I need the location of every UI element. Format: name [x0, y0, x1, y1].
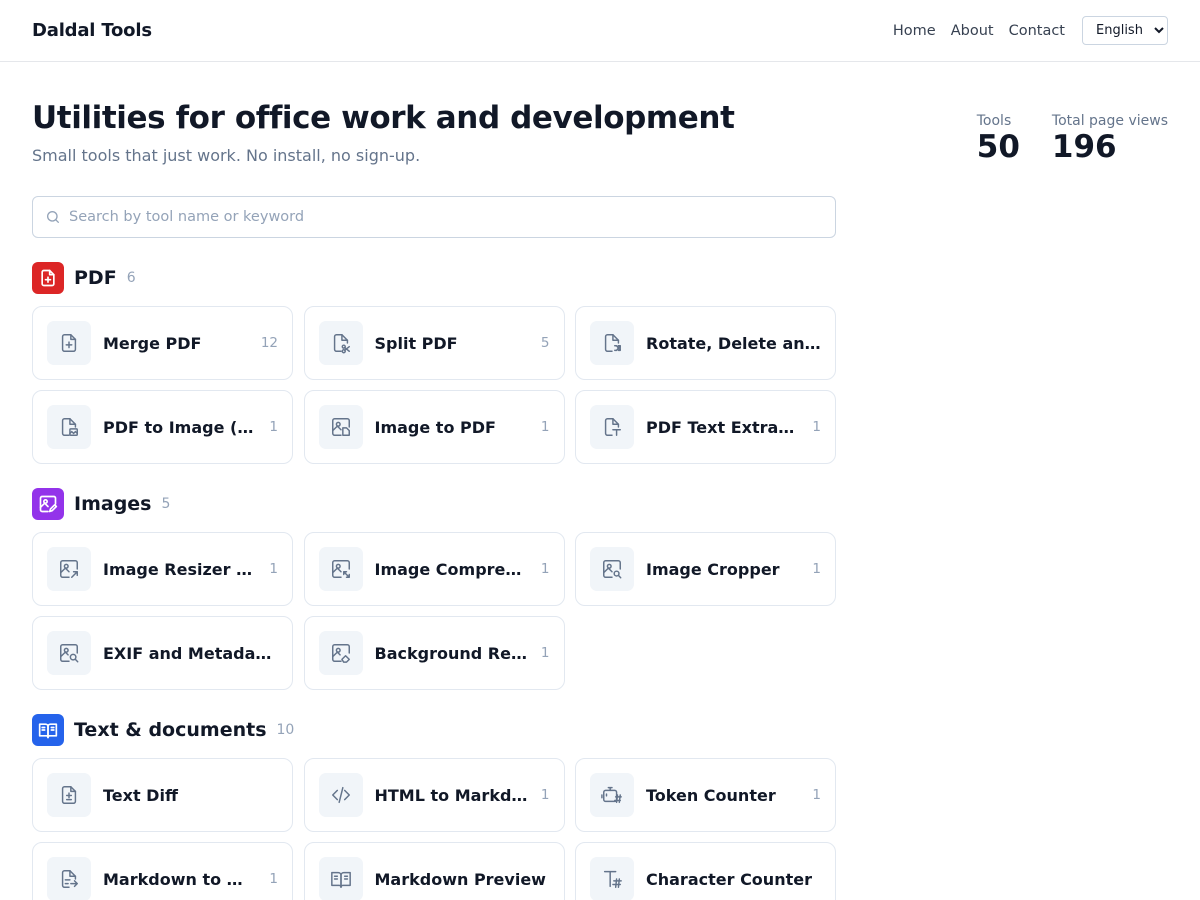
image-edit-icon — [32, 488, 64, 520]
category-title: Images — [74, 493, 152, 515]
image-eraser-icon — [318, 631, 363, 675]
tool-name: Character Counter — [646, 869, 812, 889]
top-bar: Daldal Tools Home About Contact English — [0, 0, 1200, 62]
tool-count: 1 — [269, 419, 278, 435]
tool-name: PDF to Image (PN… — [103, 417, 257, 437]
tool-count: 12 — [260, 335, 278, 351]
file-shuffle-icon — [590, 321, 634, 365]
tool-card[interactable]: Rotate, Delete and R… — [575, 306, 836, 380]
brand-logo[interactable]: Daldal Tools — [32, 20, 152, 41]
stat-value: 196 — [1051, 129, 1117, 165]
category-title: PDF — [74, 267, 117, 289]
tool-grid: Image Resizer an… 1 Image Compressor 1 Image… — [32, 532, 836, 690]
tool-name: PDF Text Extractor — [646, 417, 801, 437]
file-text-icon — [590, 405, 634, 449]
search-icon — [47, 211, 59, 223]
page-subtitle: Small tools that just work. No install, … — [32, 146, 421, 165]
file-plus-icon — [32, 262, 64, 294]
category-header: Text & documents 10 — [32, 714, 294, 746]
site-stats: Tools 50 Total page views 196 — [977, 113, 1168, 164]
category-title: Text & documents — [74, 719, 267, 741]
tool-count: 1 — [540, 787, 550, 803]
nav-about-link[interactable]: About — [951, 23, 994, 39]
tool-name: EXIF and Metadata R… — [103, 643, 278, 663]
book-open-icon — [32, 714, 64, 746]
search-box[interactable] — [32, 196, 836, 238]
tool-card[interactable]: Background Rem… 1 — [303, 616, 565, 690]
tool-card[interactable]: PDF to Image (PN… 1 — [32, 390, 293, 464]
tool-name: Merge PDF — [103, 333, 202, 353]
search-input[interactable] — [69, 209, 835, 225]
book-open-icon — [318, 857, 363, 900]
tool-name: Text Diff — [103, 785, 178, 805]
tool-name: Image Cropper — [646, 559, 780, 579]
category-header: Images 5 — [32, 488, 170, 520]
tool-name: Background Rem… — [374, 643, 529, 663]
stat-value: 50 — [976, 129, 1020, 165]
tool-card[interactable]: Image Resizer an… 1 — [32, 532, 293, 606]
main-nav: Home About Contact English — [893, 16, 1168, 45]
tool-card[interactable]: Character Counter — [575, 842, 836, 900]
tool-count: 1 — [812, 561, 821, 577]
image-search-icon — [47, 631, 91, 675]
category-count: 10 — [276, 722, 295, 738]
stat-label: Total page views — [1051, 113, 1168, 129]
tool-card[interactable]: Token Counter 1 — [575, 758, 836, 832]
tool-card[interactable]: Split PDF 5 — [303, 306, 565, 380]
code-icon — [318, 773, 363, 817]
category-header: PDF 6 — [32, 262, 136, 294]
tool-grid: Merge PDF 12 Split PDF 5 Rotate, Delete and … — [32, 306, 836, 464]
tool-card[interactable]: Image to PDF 1 — [303, 390, 565, 464]
tool-count: 5 — [540, 335, 550, 351]
image-file-icon — [318, 405, 363, 449]
tool-count: 1 — [269, 561, 278, 577]
image-resize-icon — [47, 547, 91, 591]
tool-count: 1 — [812, 419, 821, 435]
tool-card[interactable]: Merge PDF 12 — [32, 306, 293, 380]
tool-card[interactable]: EXIF and Metadata R… — [32, 616, 293, 690]
tool-card[interactable]: Text Diff — [32, 758, 293, 832]
tool-card[interactable]: Image Cropper 1 — [575, 532, 836, 606]
file-diff-icon — [47, 773, 91, 817]
bot-hash-icon — [590, 773, 634, 817]
stat-label: Tools — [976, 113, 1012, 129]
category-count: 6 — [126, 270, 136, 286]
text-hash-icon — [590, 857, 634, 900]
stat-tools: Tools 50 — [977, 113, 1020, 164]
file-scissors-icon — [318, 321, 363, 365]
tool-name: Image to PDF — [374, 417, 496, 437]
tool-card[interactable]: Markdown to Word 1 — [32, 842, 293, 900]
tool-name: Token Counter — [646, 785, 776, 805]
tool-card[interactable]: PDF Text Extractor 1 — [575, 390, 836, 464]
file-image-icon — [47, 405, 91, 449]
image-compress-icon — [318, 547, 363, 591]
tool-name: HTML to Markdown — [374, 785, 529, 805]
tool-count: 1 — [812, 787, 821, 803]
tool-name: Markdown Preview — [374, 869, 546, 889]
tool-count: 1 — [540, 645, 550, 661]
tool-card[interactable]: Image Compressor 1 — [303, 532, 565, 606]
tool-name: Image Resizer an… — [103, 559, 258, 579]
tool-name: Markdown to Word — [103, 869, 258, 889]
tool-grid: Text Diff HTML to Markdown 1 Token Counter 1… — [32, 758, 836, 900]
tool-card[interactable]: Markdown Preview — [303, 842, 565, 900]
file-plus-icon — [47, 321, 91, 365]
nav-contact-link[interactable]: Contact — [1009, 23, 1065, 39]
language-select[interactable]: English — [1082, 16, 1168, 45]
tool-count: 1 — [540, 561, 550, 577]
tool-name: Rotate, Delete and R… — [646, 333, 821, 353]
tool-count: 1 — [540, 419, 550, 435]
page-title: Utilities for office work and developmen… — [32, 100, 735, 136]
tool-name: Split PDF — [374, 333, 458, 353]
category-count: 5 — [161, 496, 171, 512]
tool-name: Image Compressor — [374, 559, 529, 579]
image-crop-icon — [590, 547, 634, 591]
tool-count: 1 — [269, 871, 278, 887]
stat-page-views: Total page views 196 — [1052, 113, 1168, 164]
nav-home-link[interactable]: Home — [893, 23, 936, 39]
tool-card[interactable]: HTML to Markdown 1 — [303, 758, 565, 832]
file-export-icon — [47, 857, 91, 900]
